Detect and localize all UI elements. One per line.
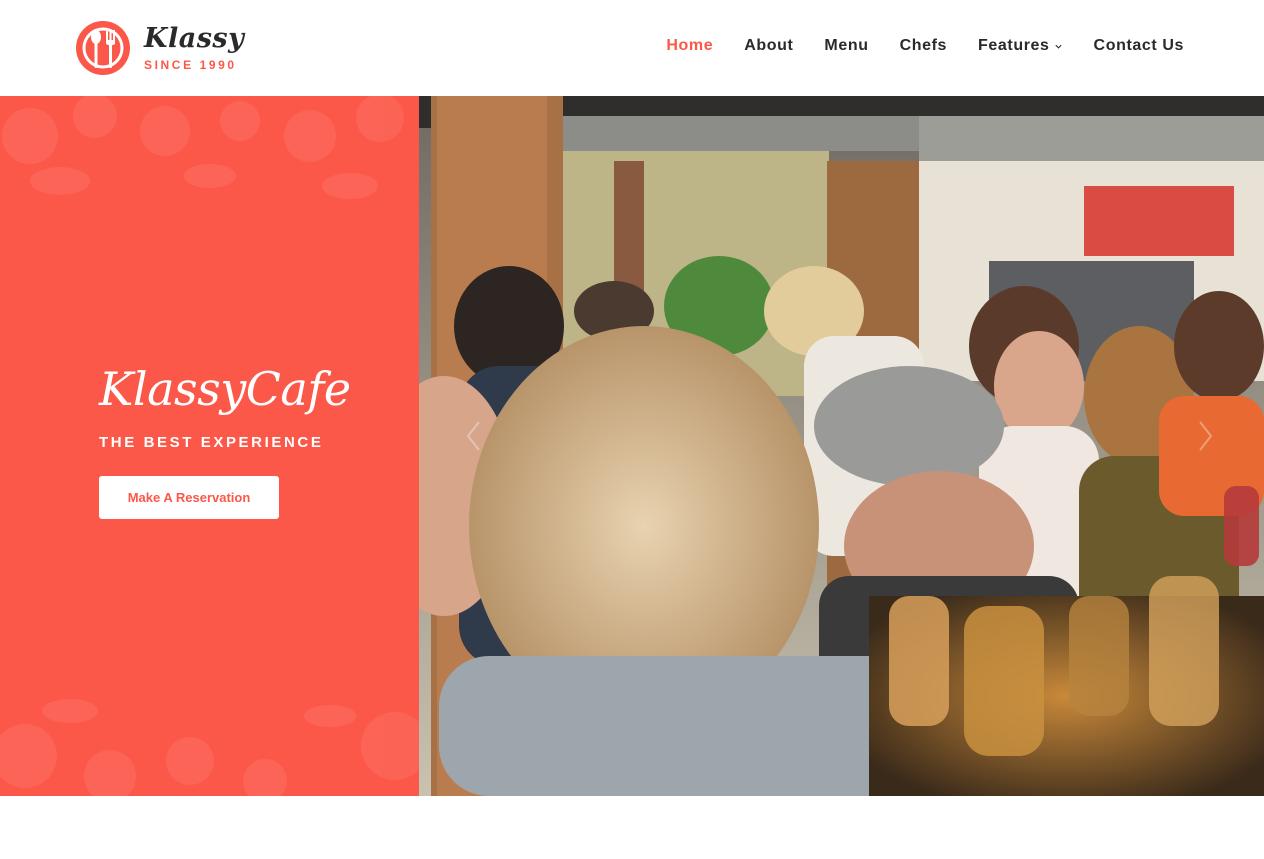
site-logo[interactable]: Klassy SINCE 1990 <box>75 19 265 77</box>
chevron-right-icon[interactable] <box>1194 418 1216 454</box>
hero-subtitle: THE BEST EXPERIENCE <box>99 434 324 451</box>
nav-item-home[interactable]: Home <box>666 36 713 56</box>
page-bottom-spacer <box>0 796 1264 859</box>
logo-text: Klassy SINCE 1990 <box>144 25 244 71</box>
brand-name: Klassy <box>144 23 245 54</box>
nav-item-features[interactable]: Features <box>978 36 1063 56</box>
nav-item-menu[interactable]: Menu <box>824 36 868 56</box>
fork-spoon-badge-icon <box>76 21 130 75</box>
brand-since: SINCE 1990 <box>144 58 237 72</box>
chevron-down-icon <box>1054 44 1062 49</box>
hero-banner: KlassyCafe THE BEST EXPERIENCE Make A Re… <box>0 96 1264 796</box>
nav-item-contact-us[interactable]: Contact Us <box>1094 36 1184 56</box>
hero-left-panel: KlassyCafe THE BEST EXPERIENCE Make A Re… <box>0 96 419 796</box>
make-reservation-button[interactable]: Make A Reservation <box>99 476 279 519</box>
chevron-left-icon[interactable] <box>463 418 485 454</box>
main-nav: Home About Menu Chefs Features Contact U… <box>666 36 1184 56</box>
site-header: Klassy SINCE 1990 Home About Menu Chefs … <box>0 0 1264 96</box>
nav-item-features-label: Features <box>978 37 1050 54</box>
hero-title: KlassyCafe <box>99 362 351 416</box>
nav-item-chefs[interactable]: Chefs <box>900 36 947 56</box>
restaurant-crowd-photo <box>419 96 1264 796</box>
hero-photo-slider <box>419 96 1264 796</box>
nav-item-about[interactable]: About <box>744 36 793 56</box>
